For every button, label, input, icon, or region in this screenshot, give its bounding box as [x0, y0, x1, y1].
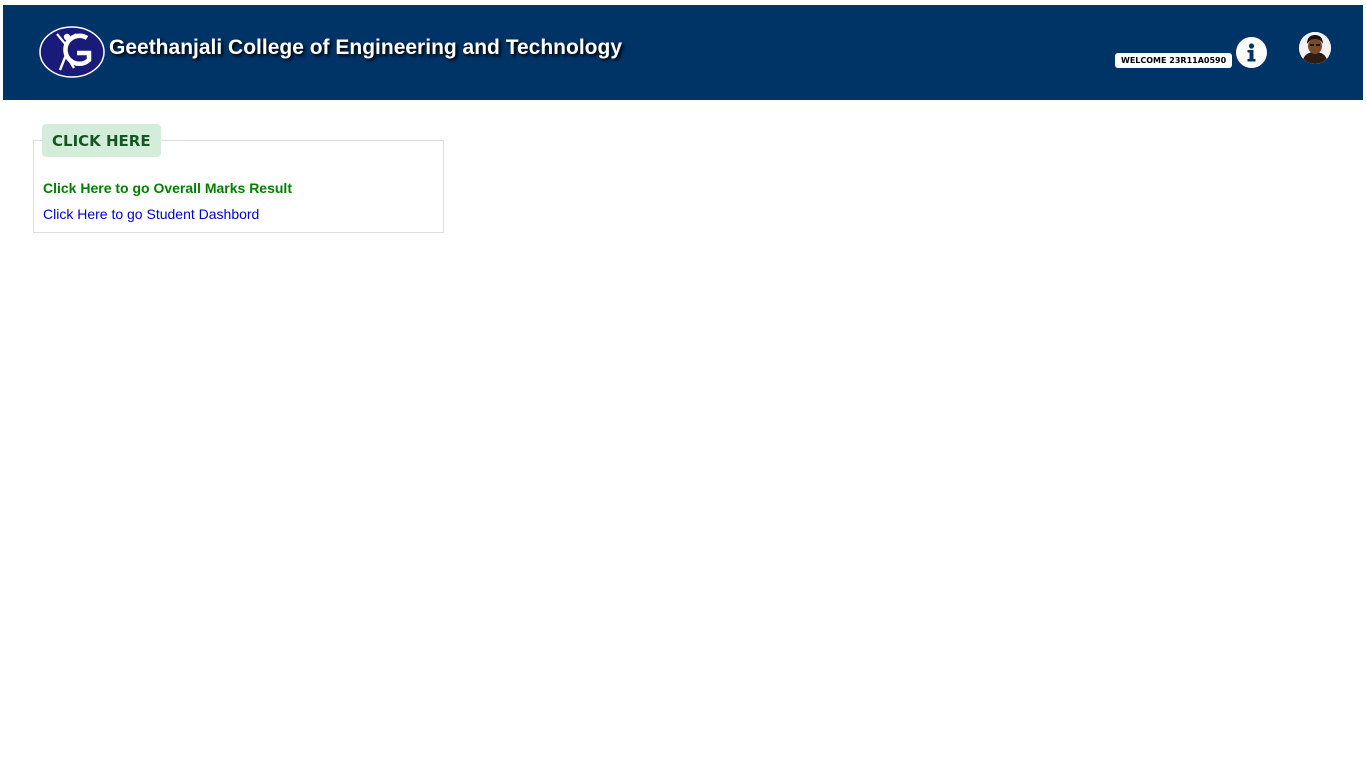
- info-button[interactable]: [1236, 37, 1267, 68]
- panel-legend: CLICK HERE: [42, 124, 161, 157]
- top-header: Geethanjali College of Engineering and T…: [3, 5, 1363, 100]
- welcome-badge: WELCOME 23R11A0590: [1115, 53, 1233, 68]
- avatar-icon: [1299, 32, 1331, 64]
- college-logo-icon: [39, 26, 105, 78]
- student-dashboard-link[interactable]: Click Here to go Student Dashbord: [43, 206, 259, 222]
- user-avatar[interactable]: [1299, 32, 1331, 64]
- overall-marks-link[interactable]: Click Here to go Overall Marks Result: [43, 180, 292, 196]
- college-title: Geethanjali College of Engineering and T…: [109, 36, 623, 59]
- info-icon: [1247, 43, 1256, 62]
